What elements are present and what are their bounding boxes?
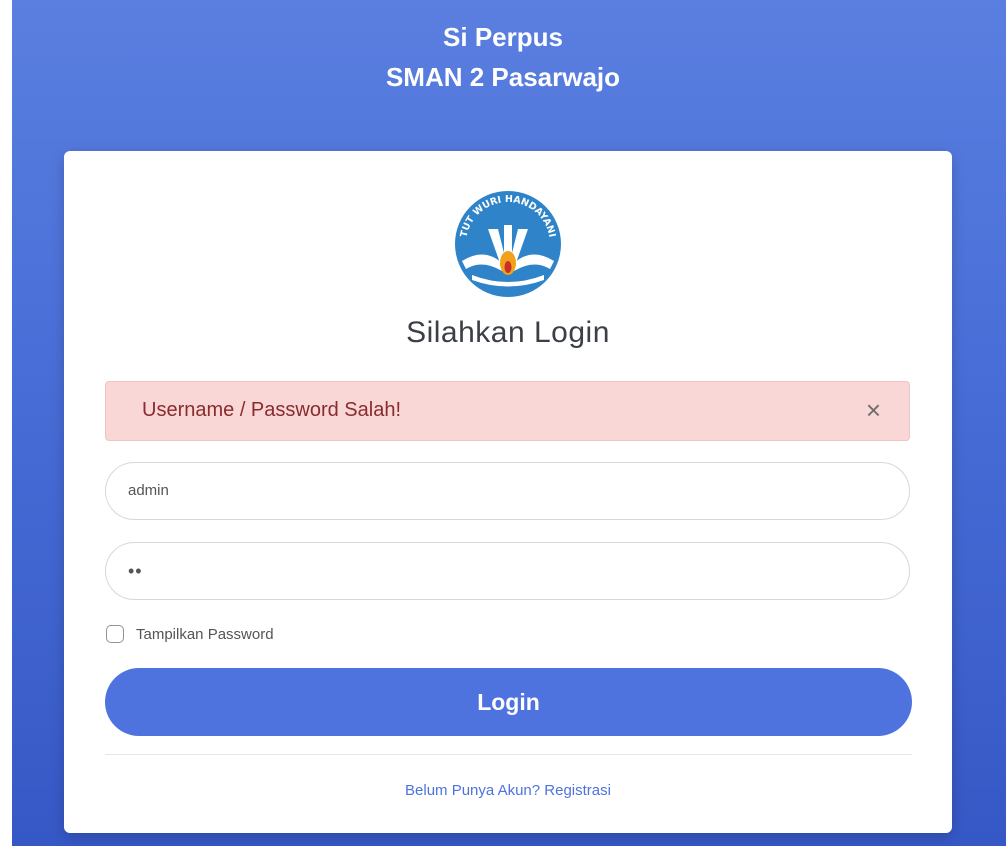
login-card: TUT WURI HANDAYANI Silahkan Login Userna…: [64, 151, 952, 833]
show-password-checkbox[interactable]: [106, 625, 124, 643]
app-title: Si Perpus: [443, 22, 563, 52]
username-input[interactable]: admin: [105, 462, 910, 520]
login-title: Silahkan Login: [406, 316, 610, 349]
error-alert: Username / Password Salah! ×: [105, 381, 910, 441]
login-button[interactable]: Login: [105, 668, 912, 736]
show-password-row[interactable]: Tampilkan Password: [106, 623, 274, 645]
register-link[interactable]: Belum Punya Akun? Registrasi: [64, 782, 952, 799]
page-header: Si Perpus SMAN 2 Pasarwajo: [0, 20, 1006, 94]
tut-wuri-handayani-logo-icon: TUT WURI HANDAYANI: [455, 191, 561, 297]
school-title: SMAN 2 Pasarwajo: [385, 62, 621, 92]
password-input[interactable]: ••: [105, 542, 910, 600]
logo-flame-core: [504, 261, 512, 273]
close-icon[interactable]: ×: [866, 396, 881, 424]
divider: [105, 754, 912, 755]
error-message: Username / Password Salah!: [142, 399, 402, 421]
show-password-label[interactable]: Tampilkan Password: [136, 626, 274, 643]
window-edge: [0, 0, 12, 846]
